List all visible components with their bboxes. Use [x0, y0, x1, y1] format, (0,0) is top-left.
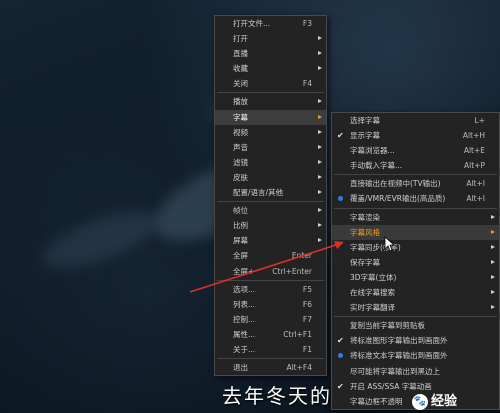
- watermark-text: 经验: [431, 394, 458, 409]
- annotation-arrow-line: [189, 243, 340, 293]
- watermark: 🐾 经验: [412, 390, 496, 410]
- annotation-arrow: [189, 241, 344, 293]
- annotation-arrow-head: [334, 241, 344, 249]
- mouse-cursor-icon: [384, 236, 396, 252]
- paw-icon: 🐾: [412, 393, 428, 410]
